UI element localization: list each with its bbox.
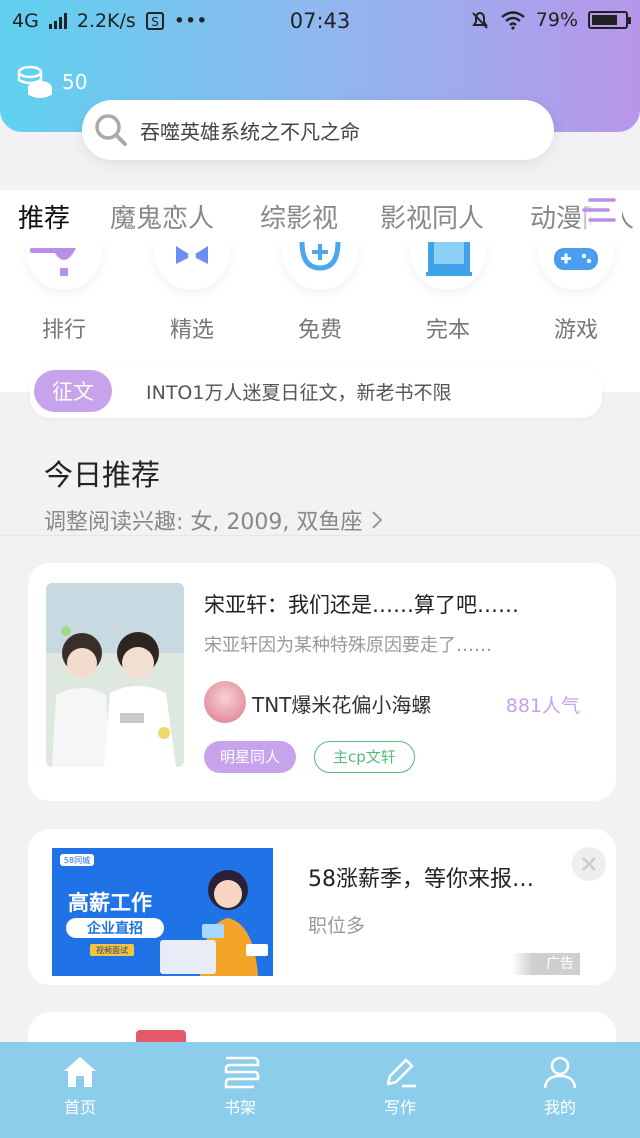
contest-badge: 征文 bbox=[34, 370, 112, 412]
category-rank[interactable]: 排行 bbox=[18, 242, 110, 344]
search-placeholder: 吞噬英雄系统之不凡之命 bbox=[140, 119, 360, 144]
nav-home[interactable]: 首页 bbox=[0, 1042, 160, 1138]
bottom-tab-bar: 首页 书架 写作 我的 bbox=[0, 1042, 640, 1138]
coin-stack-icon bbox=[17, 65, 52, 98]
tab-devil-lovers[interactable]: 魔鬼恋人 bbox=[110, 198, 214, 235]
ad-label-text: 广告 bbox=[546, 956, 574, 972]
nav-label: 首页 bbox=[63, 1098, 96, 1117]
pen-icon bbox=[386, 1058, 416, 1088]
menu-lines-icon bbox=[582, 198, 616, 222]
ad-image[interactable]: 58同城 高薪工作 企业直招 视频面试 bbox=[52, 848, 273, 976]
ad-image-small: 视频面试 bbox=[96, 945, 128, 955]
ad-image-sub: 企业直招 bbox=[86, 920, 143, 937]
tag-main-cp[interactable]: 主cp文轩 bbox=[314, 741, 415, 773]
author-name: TNT爆米花偏小海螺 bbox=[252, 693, 432, 717]
tab-menu-button[interactable] bbox=[578, 192, 622, 232]
coin-count: 50 bbox=[62, 70, 88, 94]
mute-bell-icon bbox=[471, 11, 488, 29]
reading-interest-text: 调整阅读兴趣: 女, 2009, 双鱼座 bbox=[44, 510, 363, 535]
book-title: 宋亚轩：我们还是……算了吧…… bbox=[204, 593, 519, 617]
contest-notice[interactable]: 征文 INTO1万人迷夏日征文，新老书不限 bbox=[30, 364, 602, 418]
screen-icon bbox=[426, 242, 472, 276]
ad-title: 58涨薪季，等你来报… bbox=[308, 867, 534, 892]
category-label: 精选 bbox=[169, 318, 214, 343]
tab-recommend[interactable]: 推荐 bbox=[18, 198, 70, 235]
battery-icon bbox=[588, 11, 631, 29]
search-bar[interactable]: 吞噬英雄系统之不凡之命 bbox=[82, 100, 554, 160]
nav-label: 书架 bbox=[223, 1098, 256, 1117]
ad-subtitle: 职位多 bbox=[308, 915, 366, 937]
close-icon bbox=[582, 857, 596, 871]
nav-label: 写作 bbox=[383, 1098, 416, 1117]
trophy-icon bbox=[30, 248, 76, 276]
category-label: 完本 bbox=[425, 318, 470, 343]
category-free[interactable]: 免费 bbox=[274, 242, 366, 344]
book-description: 宋亚轩因为某种特殊原因要走了…… bbox=[204, 635, 492, 656]
user-icon bbox=[543, 1056, 577, 1089]
ad-brand: 58同城 bbox=[64, 856, 90, 865]
tag-celebrity-fanfic[interactable]: 明星同人 bbox=[204, 741, 297, 773]
wifi-icon bbox=[501, 11, 525, 30]
bow-icon bbox=[176, 246, 208, 264]
home-icon bbox=[64, 1057, 96, 1087]
book-cover[interactable] bbox=[46, 583, 184, 767]
battery-percent: 79% bbox=[535, 9, 578, 31]
nav-me[interactable]: 我的 bbox=[480, 1042, 640, 1138]
divider bbox=[0, 535, 640, 536]
search-icon bbox=[95, 114, 127, 146]
book-card[interactable]: 宋亚轩：我们还是……算了吧…… 宋亚轩因为某种特殊原因要走了…… TNT爆米花偏… bbox=[28, 563, 616, 801]
ad-close-button[interactable] bbox=[572, 847, 606, 881]
contest-text: INTO1万人迷夏日征文，新老书不限 bbox=[146, 381, 452, 404]
bookshelf-icon bbox=[224, 1056, 260, 1089]
reading-interest-link[interactable]: 调整阅读兴趣: 女, 2009, 双鱼座 bbox=[44, 504, 384, 536]
tab-film-tv[interactable]: 综影视 bbox=[260, 198, 338, 235]
ad-label: 广告 bbox=[512, 953, 580, 975]
ad-card[interactable]: 58同城 高薪工作 企业直招 视频面试 58涨薪季，等你来报… 职位多 广告 bbox=[28, 829, 616, 985]
tab-film-fanfic[interactable]: 影视同人 bbox=[380, 198, 484, 235]
status-bar: 4G 2.2K/s S ••• 07:43 79% bbox=[0, 0, 640, 44]
nav-label: 我的 bbox=[543, 1098, 576, 1117]
gamepad-icon bbox=[554, 248, 598, 270]
category-featured[interactable]: 精选 bbox=[146, 242, 238, 344]
avatar bbox=[204, 681, 246, 723]
category-label: 免费 bbox=[297, 318, 342, 343]
section-title: 今日推荐 bbox=[44, 458, 161, 492]
coin-balance[interactable]: 50 bbox=[16, 64, 87, 100]
nav-bookshelf[interactable]: 书架 bbox=[160, 1042, 320, 1138]
category-label: 排行 bbox=[41, 318, 86, 343]
category-games[interactable]: 游戏 bbox=[530, 242, 622, 344]
plus-circle-icon bbox=[299, 242, 341, 271]
nav-write[interactable]: 写作 bbox=[320, 1042, 480, 1138]
category-completed[interactable]: 完本 bbox=[402, 242, 494, 344]
popularity-count: 881人气 bbox=[505, 695, 580, 717]
chevron-right-icon bbox=[372, 511, 383, 529]
ad-image-title: 高薪工作 bbox=[68, 891, 152, 915]
category-label: 游戏 bbox=[553, 318, 598, 343]
category-tabs: 推荐 魔鬼恋人 综影视 影视同人 动漫同人 bbox=[0, 190, 640, 242]
